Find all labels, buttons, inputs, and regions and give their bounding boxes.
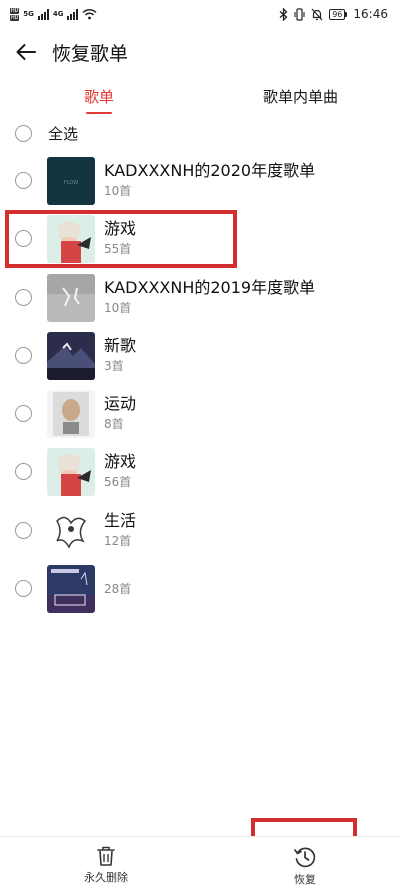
playlist-cover (47, 565, 95, 614)
playlist-row[interactable]: FLOW KADXXXNH的2020年度歌单 10首 (0, 152, 400, 210)
select-all-row[interactable]: 全选 (0, 118, 400, 148)
signal1-label: 5G (23, 10, 34, 18)
svg-text:FLOW: FLOW (64, 180, 78, 186)
delete-permanently-button[interactable]: 永久删除 (56, 845, 156, 885)
playlist-radio[interactable] (15, 405, 32, 423)
playlist-cover (47, 390, 95, 439)
playlist-count: 8首 (104, 417, 124, 432)
playlist-title: KADXXXNH的2019年度歌单 (104, 277, 316, 297)
back-button[interactable] (0, 28, 52, 76)
signal2-icon (67, 8, 79, 20)
playlist-radio[interactable] (15, 172, 32, 189)
sim-indicators: HD HD (10, 6, 20, 21)
select-all-radio[interactable] (15, 124, 32, 142)
sim2-badge: HD (10, 13, 20, 21)
playlist-title: 新歌 (104, 335, 137, 355)
playlist-count: 10首 (104, 300, 132, 315)
playlist-count: 56首 (104, 475, 132, 490)
playlist-text: KADXXXNH的2019年度歌单 10首 (104, 277, 315, 317)
tab-playlists[interactable]: 歌单 (84, 80, 114, 116)
signal2-label: 4G (52, 10, 64, 18)
tab-songs-in-playlists[interactable]: 歌单内单曲 (263, 80, 338, 116)
playlist-count: 3首 (104, 358, 124, 373)
vibrate-icon (294, 7, 305, 21)
arrow-left-icon (16, 44, 36, 60)
delete-permanently-label: 永久删除 (84, 871, 128, 884)
playlist-radio[interactable] (15, 521, 32, 539)
playlist-count: 28首 (104, 582, 132, 597)
playlist-radio[interactable] (15, 580, 32, 598)
playlist-row[interactable]: 生活 12首 (0, 502, 400, 560)
tab-bar: 歌单 歌单内单曲 (0, 80, 400, 116)
playlist-row[interactable]: 28首 (0, 560, 400, 618)
playlist-cover (47, 506, 95, 555)
bottom-action-bar: 永久删除 恢复 (0, 836, 400, 888)
restore-button[interactable]: 恢复 (255, 845, 355, 887)
mute-bell-icon (311, 8, 323, 20)
restore-label: 恢复 (294, 873, 316, 886)
playlist-cover (47, 448, 95, 497)
playlist-title: 生活 (104, 510, 137, 530)
bluetooth-icon (279, 7, 288, 21)
playlist-text: 运动 8首 (104, 393, 136, 433)
playlist-text: KADXXXNH的2020年度歌单 10首 (104, 160, 315, 200)
status-right: 96 16:46 (279, 7, 388, 21)
playlist-radio[interactable] (15, 463, 32, 481)
playlist-row[interactable]: 运动 8首 (0, 385, 400, 443)
sim1-badge: HD (10, 6, 20, 14)
battery-level: 96 (329, 8, 346, 20)
restore-history-icon (294, 847, 316, 868)
highlight-box-playlist (5, 210, 237, 268)
playlist-count: 10首 (104, 184, 132, 198)
playlist-title: 游戏 (104, 452, 137, 472)
playlist-radio[interactable] (15, 346, 32, 364)
page-title: 恢复歌单 (52, 42, 129, 65)
playlist-text: 游戏 56首 (104, 451, 136, 491)
playlist-title: KADXXXNH的2020年度歌单 (104, 161, 316, 180)
playlist-cover (47, 273, 95, 322)
playlist-row[interactable]: 游戏 56首 (0, 443, 400, 501)
playlist-cover (47, 331, 95, 380)
playlist-cover: FLOW (47, 157, 95, 205)
playlist-title: 运动 (104, 394, 137, 414)
trash-icon (97, 846, 115, 866)
status-bar: HD HD 5G 4G 96 16:46 (0, 0, 400, 28)
clock: 16:46 (353, 7, 388, 21)
playlist-radio[interactable] (15, 288, 32, 306)
playlist-text: 生活 12首 (104, 510, 136, 550)
playlist-row[interactable]: 新歌 3首 (0, 327, 400, 385)
select-all-label: 全选 (48, 124, 79, 143)
playlist-count: 12首 (104, 533, 132, 548)
battery-icon: 96 (329, 8, 348, 20)
signal1-icon (37, 8, 49, 20)
playlist-text: 新歌 3首 (104, 335, 136, 375)
header: 恢复歌单 (0, 28, 400, 76)
playlist-row[interactable]: KADXXXNH的2019年度歌单 10首 (0, 269, 400, 327)
status-left: HD HD 5G 4G (10, 6, 98, 21)
wifi-icon (82, 8, 98, 20)
